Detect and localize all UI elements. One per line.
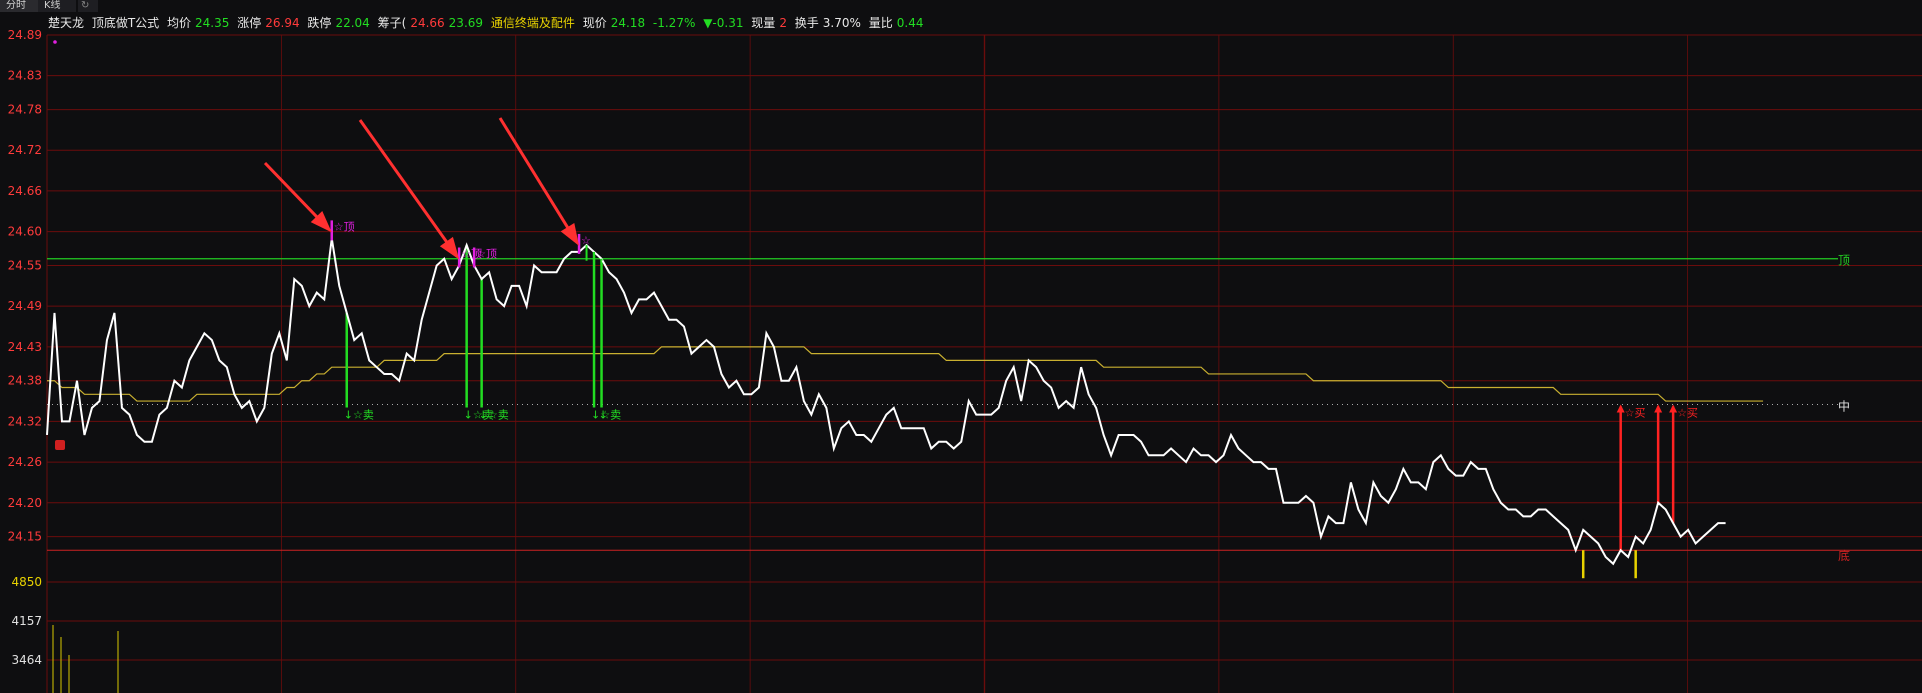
volume-tick-label: 3464: [11, 653, 42, 667]
y-tick-label: 24.72: [8, 143, 42, 157]
y-tick-label: 24.83: [8, 69, 42, 83]
buy-arrow-icon: [1669, 404, 1678, 413]
sell-signal-label: ↓☆卖: [344, 408, 374, 421]
b-badge-icon: [55, 440, 65, 450]
annotation-arrow: [358, 119, 453, 249]
arrow-head-icon: [560, 223, 580, 246]
price-line: [46, 238, 1726, 566]
arrow-head-icon: [439, 236, 460, 260]
top-level-label: 顶: [1838, 254, 1850, 268]
sell-signal-label: ↓☆卖: [479, 408, 509, 421]
top-signal-label: ☆: [581, 234, 591, 247]
y-tick-label: 24.60: [8, 225, 42, 239]
annotation-arrow: [498, 117, 573, 235]
y-tick-label: 24.32: [8, 414, 42, 428]
sell-signal-label: ↓: [599, 408, 608, 421]
y-tick-label: 24.55: [8, 258, 42, 272]
avg-price-line: [47, 346, 1764, 402]
bottom-level-label: 底: [1838, 548, 1850, 563]
buy-signal-label: ☆买: [1677, 406, 1698, 419]
top-signal-label: ☆顶: [476, 247, 497, 260]
y-tick-label: 24.49: [8, 299, 42, 313]
volume-tick-label: 4850: [11, 575, 42, 589]
volume-tick-label: 4157: [11, 614, 42, 628]
y-tick-label: 24.43: [8, 340, 42, 354]
intraday-chart[interactable]: 24.89 24.83 24.78 24.72 24.66 24.60 24.55 24.49…: [0, 0, 1922, 693]
annotation-arrow: [263, 161, 324, 224]
buy-arrow-icon: [1616, 404, 1625, 413]
buy-signal-label: ☆买: [1625, 406, 1646, 419]
buy-arrow-icon: [1654, 404, 1663, 413]
dot-marker: [53, 40, 57, 44]
y-tick-label: 24.66: [8, 184, 42, 198]
y-tick-label: 24.89: [8, 28, 42, 42]
y-tick-label: 24.20: [8, 496, 42, 510]
y-tick-label: 24.26: [8, 455, 42, 469]
y-tick-label: 24.15: [8, 530, 42, 544]
y-tick-label: 24.78: [8, 103, 42, 117]
mid-level-label: 中: [1838, 398, 1850, 413]
top-signal-label: ☆顶: [334, 220, 355, 233]
y-tick-label: 24.38: [8, 374, 42, 388]
